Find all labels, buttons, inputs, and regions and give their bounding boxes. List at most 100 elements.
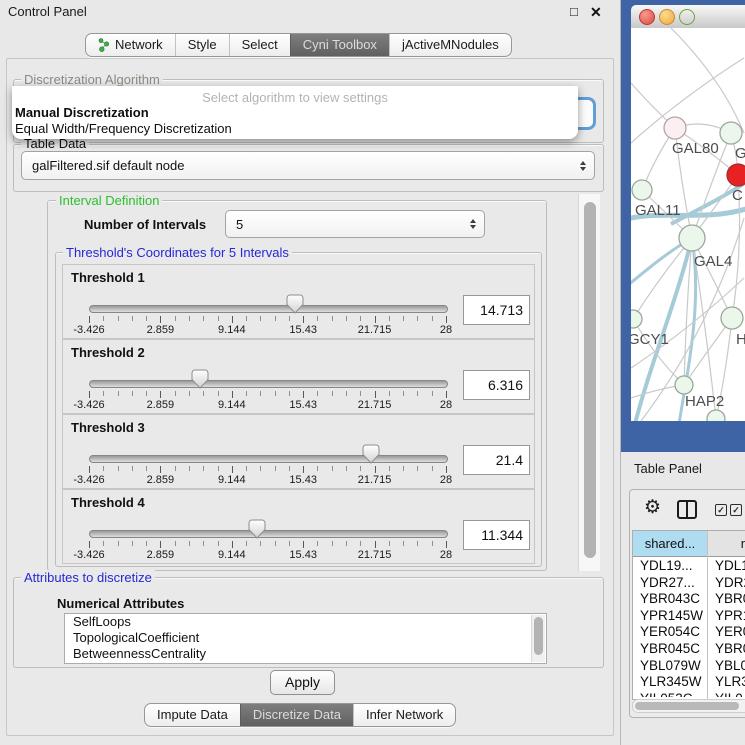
tab-impute-data[interactable]: Impute Data xyxy=(145,704,240,726)
number-of-intervals-combobox[interactable]: 5 xyxy=(225,210,485,238)
apply-button[interactable]: Apply xyxy=(270,670,335,695)
network-node-gal4[interactable] xyxy=(679,225,705,251)
network-node-gcy1[interactable] xyxy=(631,310,642,328)
algorithm-option[interactable]: Manual Discretization xyxy=(15,105,575,120)
network-edge[interactable] xyxy=(671,28,744,133)
threshold-slider-track[interactable] xyxy=(89,380,448,388)
algorithm-option[interactable]: Equal Width/Frequency Discretization xyxy=(15,121,575,136)
threshold-slider-track[interactable] xyxy=(89,530,448,538)
threshold-value-field[interactable]: 14.713 xyxy=(463,295,530,325)
network-node[interactable] xyxy=(707,410,725,421)
numerical-attributes-list[interactable]: SelfLoopsTopologicalCoefficientBetweenne… xyxy=(64,613,547,664)
threshold-slider-thumb[interactable] xyxy=(191,369,209,389)
number-of-intervals-label: Number of Intervals xyxy=(84,217,206,232)
network-window-titlebar[interactable] xyxy=(631,5,745,29)
table-row[interactable]: YDR27...YDR2 xyxy=(633,574,745,591)
slider-tick xyxy=(403,466,404,471)
mac-zoom-icon[interactable] xyxy=(679,9,695,25)
attribute-list-item[interactable]: BetweennessCentrality xyxy=(65,646,546,662)
slider-tick xyxy=(346,466,347,471)
slider-tick xyxy=(189,316,190,321)
threshold-slider-track[interactable] xyxy=(89,455,448,463)
tab-infer-network[interactable]: Infer Network xyxy=(353,704,455,726)
network-node-h[interactable] xyxy=(721,307,743,329)
slider-tick-label: 21.715 xyxy=(345,324,405,336)
slider-tick xyxy=(303,466,304,473)
network-icon xyxy=(98,38,110,52)
network-node-hap2[interactable] xyxy=(675,376,693,394)
slider-tick xyxy=(246,391,247,396)
column-header-shared[interactable]: shared... xyxy=(633,531,708,557)
table-horizontal-scrollbar-thumb[interactable] xyxy=(635,702,739,710)
slider-tick xyxy=(189,541,190,546)
threshold-slider-thumb[interactable] xyxy=(362,444,380,464)
table-cell-shared-name: YER054C xyxy=(640,623,706,640)
tab-cyni-toolbox[interactable]: Cyni Toolbox xyxy=(290,34,389,56)
checkbox-icon[interactable]: ✓ xyxy=(715,504,727,516)
tab-discretize-data[interactable]: Discretize Data xyxy=(240,704,353,726)
tab-label: Infer Network xyxy=(366,704,443,726)
network-edge[interactable] xyxy=(633,238,692,319)
slider-tick xyxy=(332,316,333,321)
table-cell-name: YER0 xyxy=(715,623,745,640)
tab-style[interactable]: Style xyxy=(175,34,229,56)
slider-tick xyxy=(303,541,304,548)
table-row[interactable]: YIL053CYIL0 xyxy=(633,690,745,697)
threshold-title: Threshold 1 xyxy=(71,270,145,285)
table-row[interactable]: YER054C YER0 xyxy=(633,623,745,640)
slider-tick-label: 9.144 xyxy=(202,399,262,411)
column-header-name[interactable]: na xyxy=(708,531,745,557)
network-node-gal11[interactable] xyxy=(632,180,652,200)
threshold-slider-thumb[interactable] xyxy=(248,519,266,539)
columns-icon[interactable] xyxy=(677,500,697,519)
table-row[interactable]: YLR345WYLR3 xyxy=(633,673,745,690)
attributes-scrollbar-thumb[interactable] xyxy=(534,617,543,655)
table-horizontal-scrollbar[interactable] xyxy=(632,699,745,713)
attribute-list-item[interactable]: TopologicalCoefficient xyxy=(65,630,546,646)
slider-tick xyxy=(275,391,276,396)
table-data-combobox-value: galFiltered.sif default node xyxy=(22,158,576,173)
network-node-gal80[interactable] xyxy=(664,117,686,139)
mac-close-icon[interactable] xyxy=(639,9,655,25)
slider-tick xyxy=(203,541,204,546)
slider-tick xyxy=(417,391,418,396)
network-node-c[interactable] xyxy=(727,164,745,186)
close-icon[interactable]: ✕ xyxy=(590,4,602,21)
threshold-value-field[interactable]: 11.344 xyxy=(463,520,530,550)
checkbox-icon[interactable]: ✓ xyxy=(730,504,742,516)
tab-label: jActiveMNodules xyxy=(402,34,499,56)
float-window-icon[interactable]: □ xyxy=(570,4,578,19)
tab-jactivemnodules[interactable]: jActiveMNodules xyxy=(389,34,511,56)
threshold-value-field[interactable]: 6.316 xyxy=(463,370,530,400)
number-of-intervals-value: 5 xyxy=(226,217,466,232)
cyni-mode-tabbar: Impute DataDiscretize Data Infer Network xyxy=(144,703,456,727)
tab-network[interactable]: Network xyxy=(86,34,175,56)
table-row[interactable]: YBL079WYBL0 xyxy=(633,657,745,674)
interval-scrollbar[interactable] xyxy=(578,194,600,571)
network-node-gal[interactable] xyxy=(720,122,742,144)
gear-icon[interactable]: ⚙ xyxy=(644,498,661,517)
threshold-slider-track[interactable] xyxy=(89,305,448,313)
table-row[interactable]: YDL19...YDL1 xyxy=(633,557,745,574)
threshold-value-field[interactable]: 21.4 xyxy=(463,445,530,475)
slider-tick-label: 28 xyxy=(416,324,476,336)
table-cell-shared-name: YPR145W xyxy=(640,607,706,624)
tab-select[interactable]: Select xyxy=(229,34,290,56)
slider-tick xyxy=(146,541,147,546)
threshold-slider-thumb[interactable] xyxy=(286,294,304,314)
table-row[interactable]: YBR045CYBR0 xyxy=(633,640,745,657)
control-panel-titlebar: Control Panel □ ✕ xyxy=(0,0,620,24)
network-window-frame[interactable]: GAL80GALCGAL11GAL4GCY1HHAP2 xyxy=(621,0,745,452)
slider-tick xyxy=(446,316,447,323)
table-row[interactable]: YPR145WYPR1 xyxy=(633,607,745,624)
attribute-list-item[interactable]: SelfLoops xyxy=(65,614,546,630)
mac-minimize-icon[interactable] xyxy=(659,9,675,25)
table-data-combobox[interactable]: galFiltered.sif default node xyxy=(21,151,595,180)
node-attribute-table[interactable]: shared... na YDL19...YDL1YDR27...YDR2YBR… xyxy=(632,530,745,700)
attributes-scrollbar[interactable] xyxy=(531,615,545,662)
attribute-items: SelfLoopsTopologicalCoefficientBetweenne… xyxy=(65,614,546,662)
interval-scrollbar-thumb[interactable] xyxy=(584,202,596,558)
table-row[interactable]: YBR043CYBR0 xyxy=(633,590,745,607)
network-canvas[interactable]: GAL80GALCGAL11GAL4GCY1HHAP2 xyxy=(631,28,745,421)
slider-tick xyxy=(317,466,318,471)
